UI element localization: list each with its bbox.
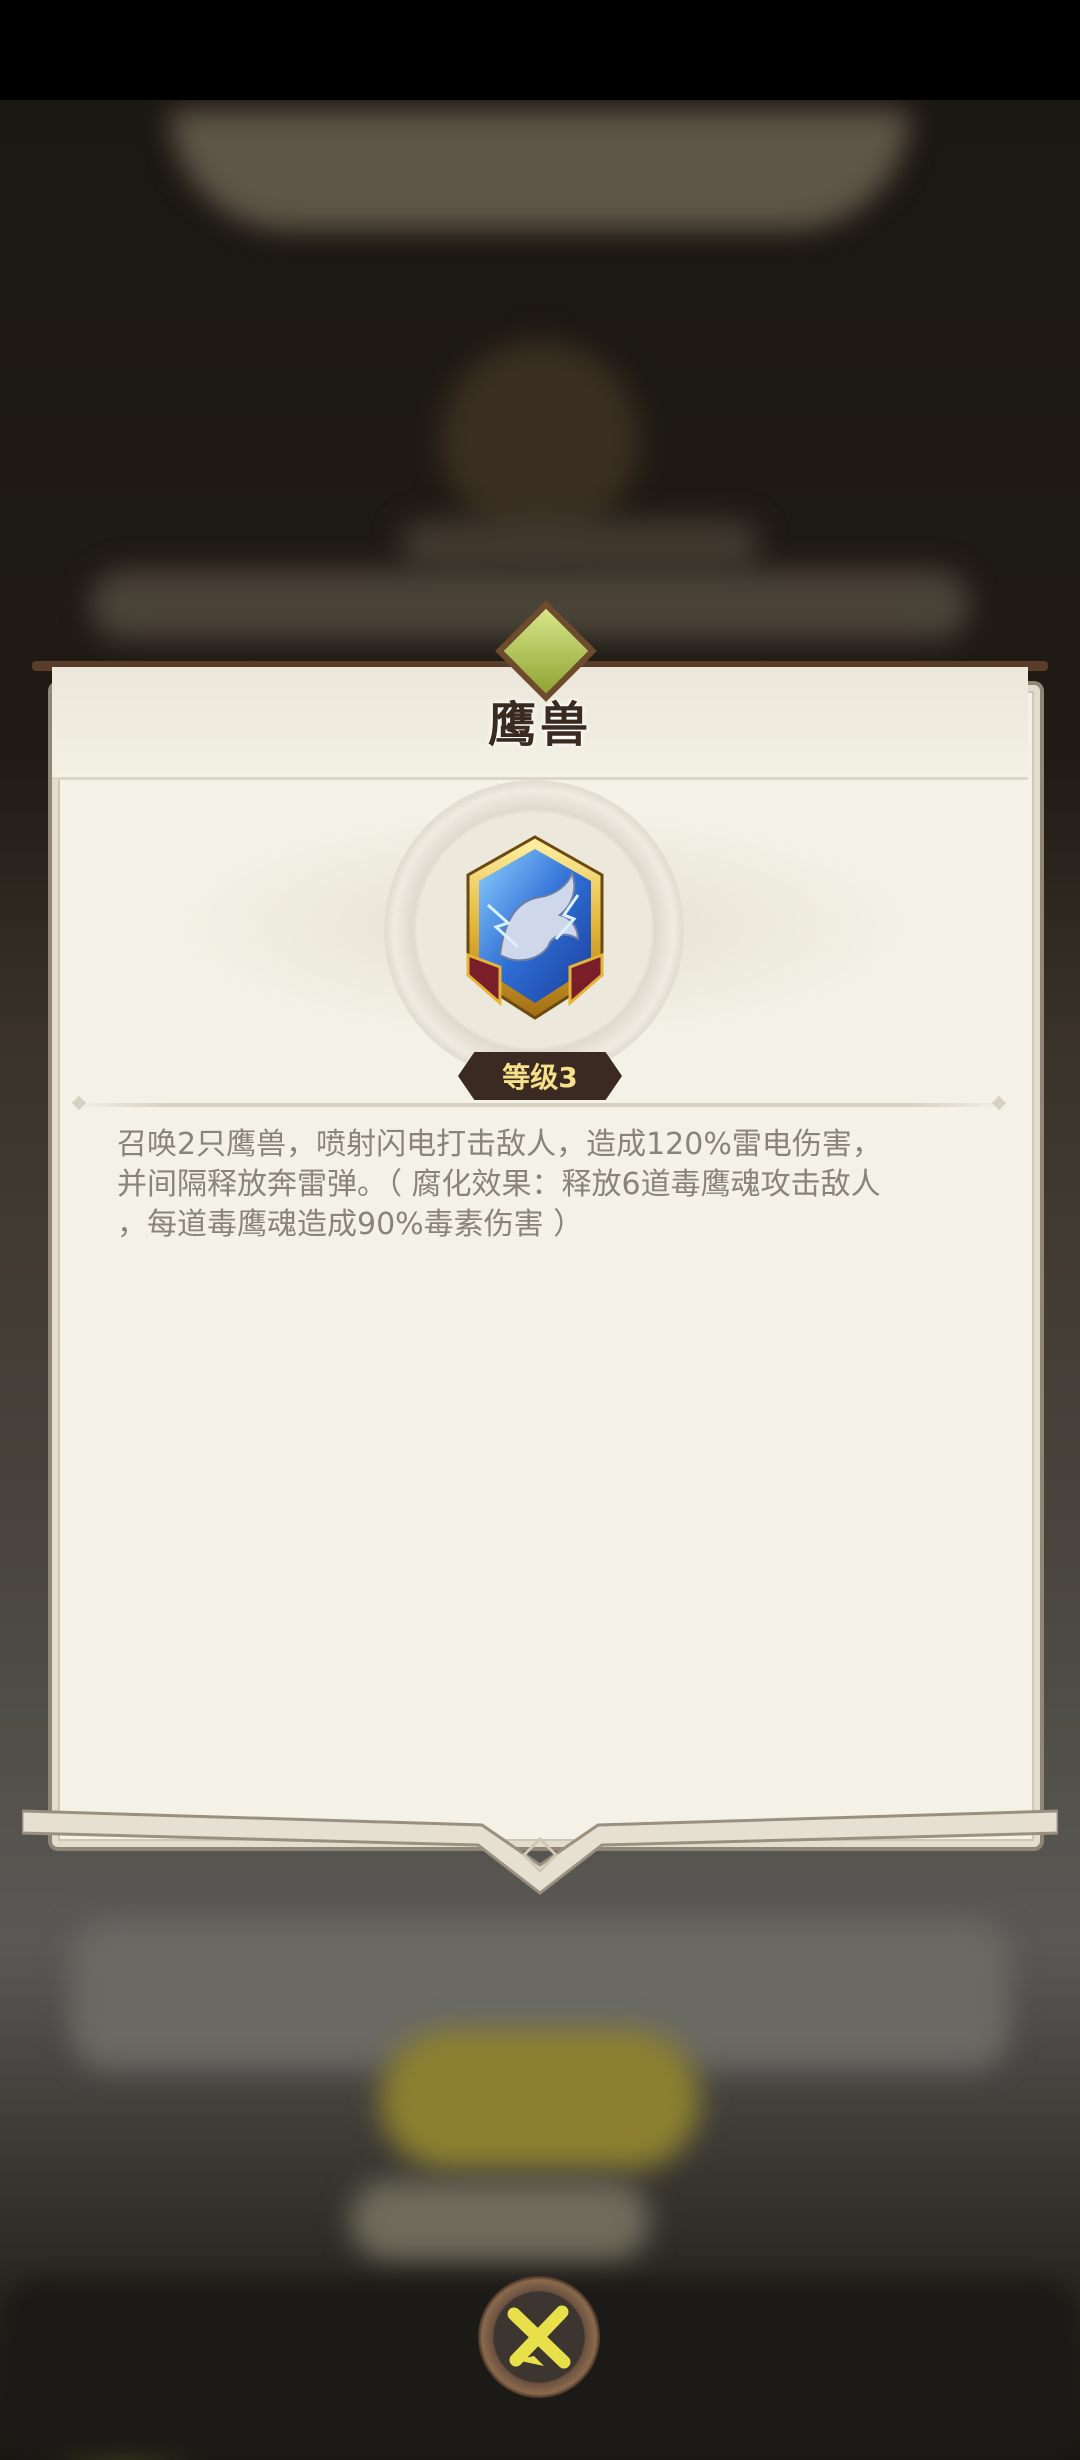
close-button[interactable] (478, 2276, 600, 2398)
description-line: ，每道毒鹰魂造成90%毒素伤害 ） (117, 1207, 584, 1242)
close-x-icon (507, 2305, 571, 2369)
status-bar (0, 0, 1080, 100)
level-badge: 等级3 (458, 1052, 622, 1100)
dialog-bottom-edge (22, 1809, 1058, 1895)
skill-description: 召唤2只鹰兽，喷射闪电打击敌人，造成120%雷电伤害， 并间隔释放奔雷弹。（ 腐… (117, 1125, 997, 1245)
description-line: 并间隔释放奔雷弹。（ 腐化效果：释放6道毒鹰魂攻击敌人 (117, 1167, 881, 1202)
skill-info-dialog: 鹰兽 等级3 召唤2只鹰兽，喷射闪电打击敌人，造成120%雷电伤害， 并间隔释放… (22, 600, 1058, 1900)
screen: 鹰兽 等级3 召唤2只鹰兽，喷射闪电打击敌人，造成120%雷电伤害， 并间隔释放… (0, 0, 1080, 2460)
griffin-skill-icon (466, 835, 604, 1020)
description-line: 召唤2只鹰兽，喷射闪电打击敌人，造成120%雷电伤害， (117, 1127, 882, 1162)
divider (74, 1103, 1004, 1107)
